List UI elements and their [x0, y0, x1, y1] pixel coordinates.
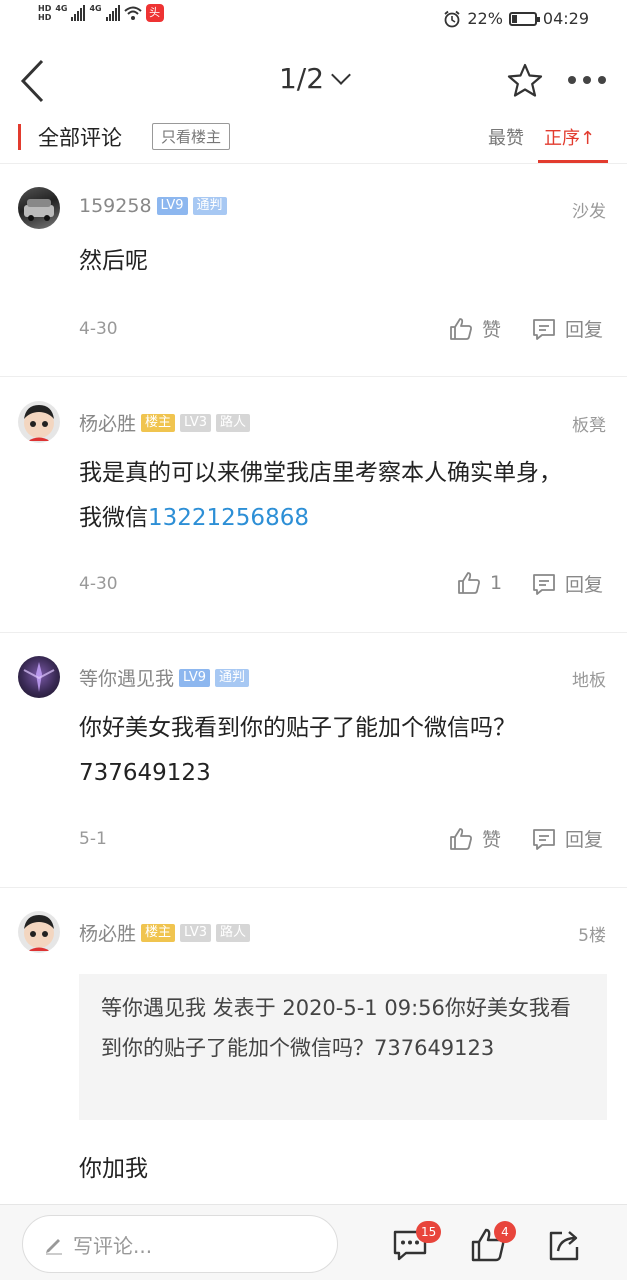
op-badge: 楼主 — [141, 413, 176, 432]
comment-text: 你好美女我看到你的贴子了能加个微信吗？737649123 — [79, 715, 516, 786]
username[interactable]: 等你遇见我 — [79, 664, 174, 691]
floor-label: 沙发 — [572, 202, 606, 222]
like-count: 1 — [490, 572, 503, 594]
comment-username-row: 等你遇见我 LV9 通判 — [79, 664, 250, 691]
avatar[interactable] — [18, 656, 60, 698]
likes-count-badge: 4 — [494, 1221, 516, 1243]
quoted-comment: 等你遇见我 发表于 2020-5-1 09:56你好美女我看到你的贴子了能加个微… — [79, 974, 607, 1120]
share-icon[interactable] — [546, 1227, 582, 1263]
username[interactable]: 杨必胜 — [79, 409, 136, 436]
pencil-icon — [46, 1239, 62, 1255]
reply-icon — [533, 318, 555, 340]
level-badge: LV9 — [156, 197, 188, 215]
level-badge: LV9 — [179, 668, 210, 687]
network-label-2: 4G — [89, 4, 102, 13]
like-label: 赞 — [482, 319, 502, 341]
like-button[interactable]: 赞 — [448, 825, 501, 852]
comment-filter-bar: 全部评论 只看楼主 最赞 正序↑ — [0, 120, 627, 164]
signal-icon — [71, 5, 86, 21]
star-icon[interactable] — [506, 62, 544, 100]
like-button[interactable]: 赞 — [448, 315, 501, 342]
avatar[interactable] — [18, 187, 60, 229]
floor-label: 板凳 — [572, 416, 606, 436]
comment-input-placeholder: 写评论... — [73, 1233, 153, 1258]
comment-text: 然后呢 — [79, 248, 148, 274]
username[interactable]: 杨必胜 — [79, 919, 136, 946]
comments-count-badge: 15 — [416, 1221, 442, 1243]
battery-icon — [508, 11, 540, 26]
app-notification-icon: 头 — [145, 4, 164, 22]
reply-label: 回复 — [565, 574, 604, 596]
bottom-action-bar: 写评论... 15 4 — [0, 1204, 627, 1280]
comment-username-row: 159258 LV9 通判 — [79, 195, 227, 217]
sort-hot-tab[interactable]: 最赞 — [488, 124, 524, 150]
only-op-button[interactable]: 只看楼主 — [152, 123, 231, 150]
hd-indicator: HD HD — [38, 4, 52, 22]
clock: 04:29 — [542, 9, 589, 28]
sort-order-tab[interactable]: 正序↑ — [544, 124, 595, 150]
status-right: 22% 04:29 — [443, 9, 589, 28]
title-badge: 通判 — [215, 668, 250, 687]
reply-icon — [533, 573, 555, 595]
reply-button[interactable]: 回复 — [531, 570, 603, 597]
reply-label: 回复 — [565, 319, 604, 341]
comment-input[interactable]: 写评论... — [22, 1215, 338, 1273]
status-left: HD HD 4G 4G 头 — [38, 4, 164, 22]
like-label: 赞 — [482, 829, 502, 851]
alarm-icon — [444, 10, 460, 27]
nav-bar: 1/2 — [0, 40, 627, 120]
reply-button[interactable]: 回复 — [531, 825, 603, 852]
comment-username-row: 杨必胜 楼主 LV3 路人 — [79, 409, 251, 436]
title-badge: 路人 — [216, 923, 251, 942]
username[interactable]: 159258 — [79, 195, 152, 217]
battery-percent: 22% — [467, 9, 503, 28]
like-button[interactable]: 1 — [456, 570, 502, 596]
chevron-down-icon — [331, 65, 351, 85]
section-marker — [18, 124, 21, 150]
comment-item: 杨必胜 楼主 LV3 路人 5楼 等你遇见我 发表于 2020-5-1 09:5… — [0, 911, 627, 1204]
level-badge: LV3 — [180, 413, 212, 432]
floor-label: 地板 — [572, 671, 606, 691]
comment-date: 4-30 — [79, 574, 118, 594]
comment-date: 4-30 — [79, 319, 118, 339]
reply-button[interactable]: 回复 — [531, 315, 603, 342]
title-badge: 路人 — [216, 413, 251, 432]
phone-link[interactable]: 13221256868 — [148, 505, 309, 531]
avatar[interactable] — [18, 401, 60, 443]
comment-date: 5-1 — [79, 829, 107, 849]
comment-item: 等你遇见我 LV9 通判 地板 你好美女我看到你的贴子了能加个微信吗？73764… — [0, 656, 627, 888]
thumb-up-icon — [450, 827, 472, 850]
network-label-1: 4G — [55, 4, 68, 13]
more-icon[interactable] — [568, 76, 606, 84]
floor-label: 5楼 — [578, 926, 606, 946]
active-tab-underline — [538, 160, 608, 163]
title-badge: 通判 — [192, 197, 227, 215]
thumb-up-icon — [458, 572, 480, 594]
thumb-up-icon — [450, 317, 472, 340]
page-indicator: 1/2 — [278, 62, 325, 95]
comment-username-row: 杨必胜 楼主 LV3 路人 — [79, 919, 251, 946]
all-comments-title: 全部评论 — [38, 126, 122, 150]
signal-icon-2 — [105, 5, 120, 21]
avatar[interactable] — [18, 911, 60, 953]
comment-text: 我是真的可以来佛堂我店里考察本人确实单身，我微信13221256868 — [79, 451, 579, 541]
op-badge: 楼主 — [141, 923, 176, 942]
reply-label: 回复 — [565, 829, 604, 851]
status-bar: HD HD 4G 4G 头 22% 04:29 — [0, 0, 627, 40]
level-badge: LV3 — [180, 923, 212, 942]
reply-icon — [533, 828, 555, 850]
wifi-icon — [123, 6, 142, 20]
comment-item: 杨必胜 楼主 LV3 路人 板凳 我是真的可以来佛堂我店里考察本人确实单身，我微… — [0, 401, 627, 633]
comment-item: 159258 LV9 通判 沙发 然后呢 4-30 赞 回复 — [0, 187, 627, 377]
comment-text: 你加我 — [79, 1156, 148, 1182]
